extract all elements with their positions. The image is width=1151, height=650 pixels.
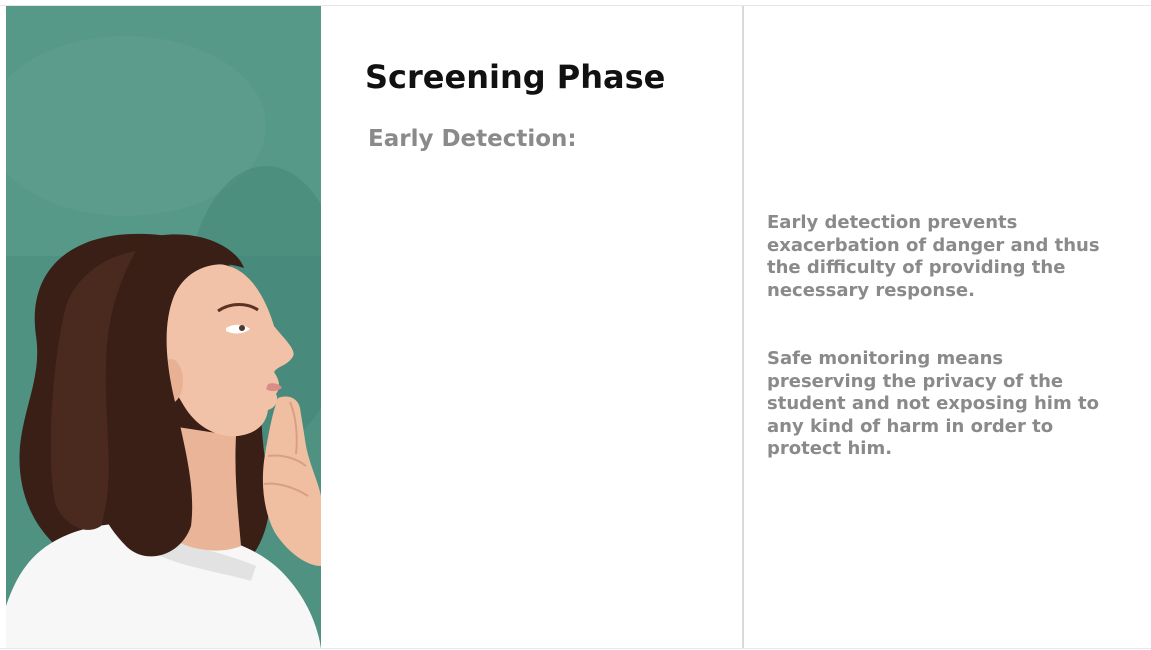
bottom-border (0, 648, 1151, 649)
photo-panel (6, 6, 321, 649)
title-panel: Screening Phase Early Detection: (321, 6, 742, 649)
safe-monitoring-paragraph: Safe monitoring means preserving the pri… (767, 348, 1099, 459)
slide-title: Screening Phase (365, 58, 666, 96)
woman-thinking-photo-icon (6, 6, 321, 649)
section-subtitle: Early Detection: (368, 126, 577, 152)
early-detection-paragraph: Early detection prevents exacerbation of… (767, 212, 1100, 301)
content-panel: Early detection prevents exacerbation of… (744, 6, 1151, 649)
presentation-slide: Screening Phase Early Detection: Early d… (0, 0, 1151, 650)
